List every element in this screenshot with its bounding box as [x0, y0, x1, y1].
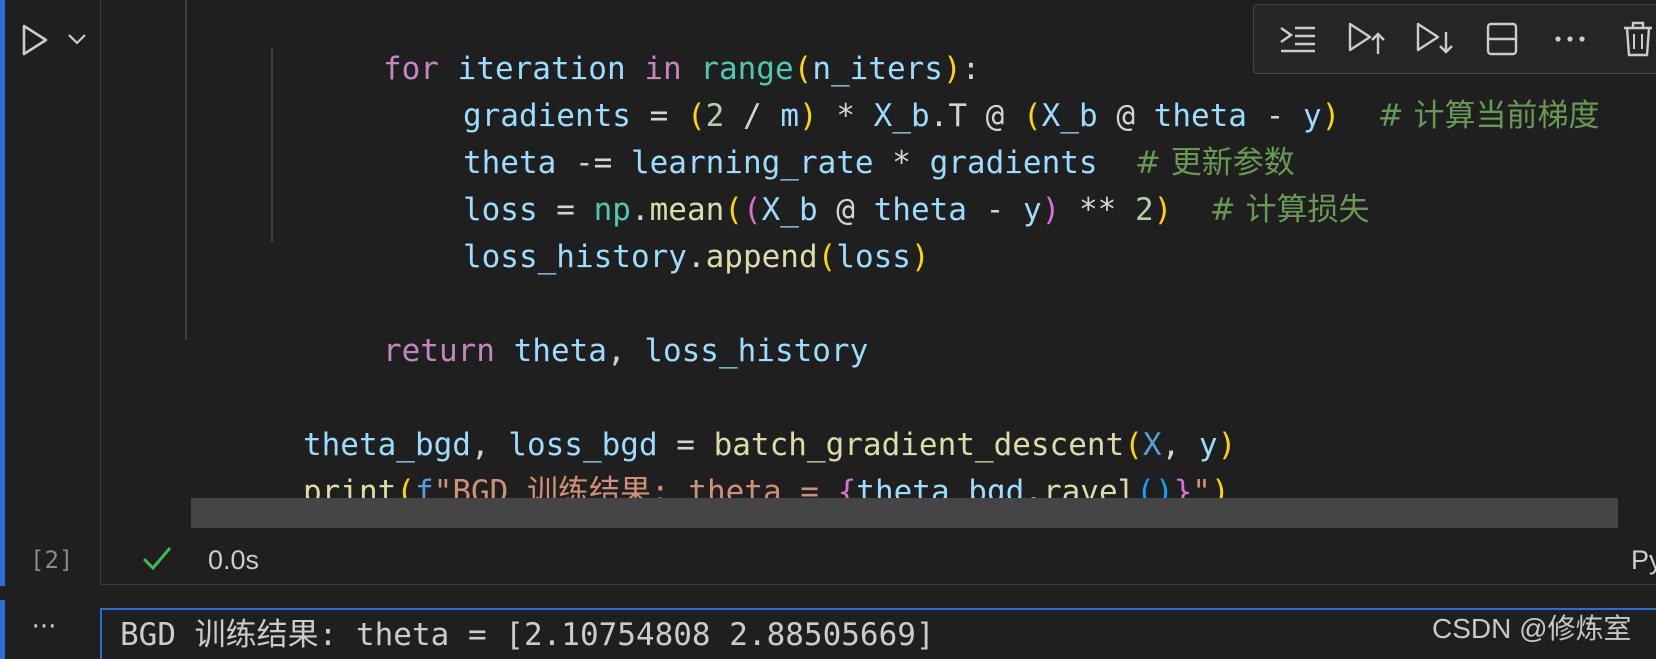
output-text-part: : theta = [2.10754808 2.88505669]	[318, 617, 935, 653]
code-line: for iteration in range(n_iters):	[271, 0, 980, 87]
split-cell-button[interactable]	[1468, 10, 1536, 68]
delete-icon	[1624, 21, 1652, 57]
code-comment: # 计算损失	[1209, 192, 1370, 228]
code-token: y	[1022, 192, 1042, 228]
code-token: loss_history	[462, 239, 687, 275]
code-token: ,	[606, 333, 645, 369]
output-text: BGD 训练结果: theta = [2.10754808 2.88505669…	[120, 611, 935, 659]
bracket: )	[1321, 98, 1341, 134]
execution-count: [2]	[30, 546, 74, 574]
code-token: loss	[836, 239, 911, 275]
cell-focus-indicator	[0, 0, 5, 586]
code-line: return theta, loss_history	[271, 279, 868, 369]
horizontal-scrollbar[interactable]	[191, 498, 1618, 528]
code-line: loss = np.mean((X_b @ theta - y) ** 2) #…	[351, 138, 1370, 228]
watermark: CSDN @修炼室	[1432, 613, 1632, 644]
output-text-part: 训练结果	[194, 617, 319, 653]
code-token: **	[1060, 192, 1135, 228]
code-token: .	[686, 239, 706, 275]
run-cell-button[interactable]	[18, 20, 52, 60]
execute-above-button[interactable]	[1332, 10, 1400, 68]
success-check-icon	[139, 540, 175, 576]
indent-guide	[185, 0, 187, 340]
run-by-line-button[interactable]	[1264, 10, 1332, 68]
code-token: append	[705, 239, 818, 275]
output-focus-indicator	[0, 600, 5, 659]
bracket: )	[910, 239, 930, 275]
code-line: theta -= learning_rate * gradients # 更新参…	[351, 91, 1295, 181]
code-comment: # 计算当前梯度	[1377, 98, 1600, 134]
play-icon	[22, 24, 48, 56]
cell-toolbar	[1253, 4, 1656, 74]
code-line: loss_history.append(loss)	[351, 185, 930, 275]
execute-below-icon	[1416, 22, 1453, 54]
code-line: theta_bgd, loss_bgd = batch_gradient_des…	[191, 373, 1236, 463]
output-actions-button[interactable]: ···	[24, 614, 64, 644]
more-actions-button[interactable]	[1536, 10, 1604, 68]
execution-time: 0.0s	[208, 545, 260, 575]
output-text-part: BGD	[120, 617, 195, 653]
bracket: (	[817, 239, 837, 275]
run-options-dropdown[interactable]	[64, 26, 90, 52]
notebook-view: [2] for iteration in range(n_iters): gra…	[0, 0, 1656, 659]
code-token: -	[966, 192, 1023, 228]
code-line: print(f"BGD 训练结果: theta = {theta_bgd.rav…	[191, 420, 1230, 510]
delete-cell-button[interactable]	[1604, 10, 1656, 68]
cell-language-label[interactable]: Py	[1631, 543, 1656, 577]
code-token: return	[382, 333, 495, 369]
run-by-line-icon	[1280, 26, 1315, 53]
code-token: y	[1302, 98, 1322, 134]
cell-gutter	[0, 0, 100, 586]
code-token: theta	[513, 333, 607, 369]
code-token: loss_history	[644, 333, 869, 369]
code-editor[interactable]: for iteration in range(n_iters): gradien…	[100, 0, 1656, 585]
bracket: )	[1153, 192, 1173, 228]
execute-below-button[interactable]	[1400, 10, 1468, 68]
chevron-down-icon	[68, 34, 86, 45]
more-icon	[1555, 36, 1585, 42]
execute-above-icon	[1348, 22, 1385, 54]
code-token: 2	[1134, 192, 1154, 228]
bracket: )	[1041, 192, 1061, 228]
split-cell-icon	[1486, 22, 1518, 56]
